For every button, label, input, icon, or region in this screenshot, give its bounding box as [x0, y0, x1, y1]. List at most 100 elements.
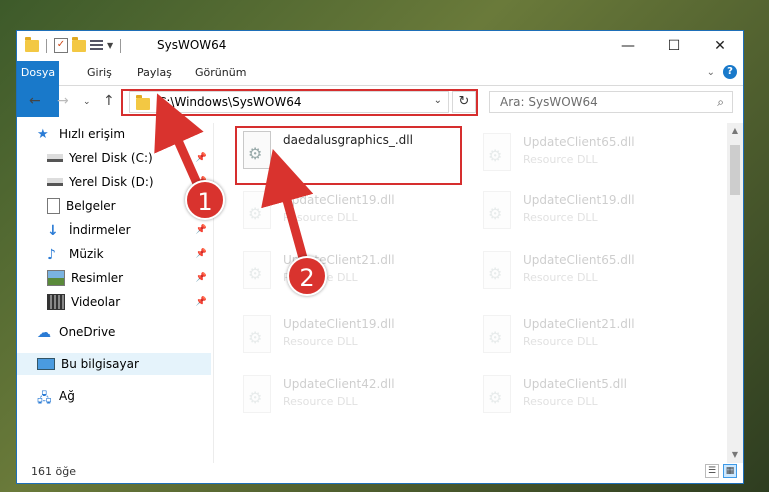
file-type: Resource DLL [523, 335, 598, 348]
navigation-pane: ★ Hızlı erişim Yerel Disk (C:) 📌 Yerel D… [17, 123, 211, 463]
window-title: SysWOW64 [157, 38, 227, 52]
file-item[interactable]: UpdateClient19.dll Resource DLL [235, 185, 461, 241]
details-view-icon[interactable]: ☰ [705, 464, 719, 478]
file-item[interactable]: UpdateClient21.dll Resource DLL [475, 309, 701, 365]
close-button[interactable]: ✕ [697, 31, 743, 61]
address-highlight-box [121, 89, 478, 116]
file-name: UpdateClient5.dll [523, 377, 627, 391]
video-icon [47, 294, 65, 310]
dll-file-icon [243, 251, 271, 289]
search-input[interactable]: Ara: SysWOW64 ⌕ [489, 91, 733, 113]
file-item[interactable]: UpdateClient65.dll Resource DLL [475, 127, 701, 183]
up-arrow-icon[interactable]: ↑ [103, 93, 115, 109]
file-item[interactable]: UpdateClient5.dll Resource DLL [475, 369, 701, 425]
maximize-button[interactable]: ☐ [651, 31, 697, 61]
sidebar-item-this-pc[interactable]: Bu bilgisayar [17, 353, 211, 375]
window-controls: — ☐ ✕ [605, 31, 743, 61]
dll-file-icon [243, 375, 271, 413]
sidebar-item-label: Yerel Disk (C:) [69, 151, 153, 165]
qat-dropdown-icon[interactable]: ▼ [107, 41, 113, 50]
view-toggle: ☰ ▦ [705, 464, 737, 478]
item-count: 161 öğe [31, 465, 76, 478]
sidebar-item-label: Belgeler [66, 199, 116, 213]
search-placeholder: Ara: SysWOW64 [500, 95, 598, 109]
file-name: UpdateClient19.dll [283, 193, 395, 207]
tab-share[interactable]: Paylaş [127, 61, 182, 85]
file-type: Resource DLL [283, 335, 358, 348]
network-icon: 🖧 [37, 391, 52, 406]
file-item[interactable]: UpdateClient19.dll Resource DLL [475, 185, 701, 241]
dll-file-icon [483, 191, 511, 229]
ribbon-tabs: Dosya Giriş Paylaş Görünüm ⌄ ? [17, 61, 743, 117]
dll-file-icon [243, 315, 271, 353]
file-name: UpdateClient19.dll [283, 317, 395, 331]
large-icons-view-icon[interactable]: ▦ [723, 464, 737, 478]
file-name: UpdateClient42.dll [283, 377, 395, 391]
sidebar-item-network[interactable]: 🖧 Ağ [17, 385, 211, 407]
sidebar-item-label: Müzik [69, 247, 104, 261]
sidebar-item-label: Resimler [71, 271, 124, 285]
recent-dropdown-icon[interactable]: ⌄ [83, 97, 91, 107]
file-name: UpdateClient21.dll [523, 317, 635, 331]
chevron-down-icon[interactable]: ⌄ [707, 67, 715, 78]
file-item[interactable]: UpdateClient21.dll Resource DLL [235, 245, 461, 301]
sidebar-item-local-disk-d[interactable]: Yerel Disk (D:) 📌 [17, 171, 211, 193]
sidebar-item-quick-access[interactable]: ★ Hızlı erişim [17, 123, 211, 145]
file-type: Resource DLL [283, 395, 358, 408]
cloud-icon: ☁ [37, 325, 51, 341]
tab-view[interactable]: Görünüm [185, 61, 256, 85]
file-type: Resource DLL [523, 153, 598, 166]
sidebar-item-onedrive[interactable]: ☁ OneDrive [17, 321, 211, 343]
divider [120, 38, 122, 53]
properties-check-icon[interactable]: ✓ [54, 38, 68, 53]
dll-file-icon [483, 315, 511, 353]
forward-arrow-icon[interactable]: → [57, 93, 69, 109]
file-name: UpdateClient19.dll [523, 193, 635, 207]
sidebar-item-local-disk-c[interactable]: Yerel Disk (C:) 📌 [17, 147, 211, 169]
step-1-badge: 1 [185, 180, 225, 220]
dll-file-icon [483, 375, 511, 413]
star-icon: ★ [37, 127, 49, 142]
sidebar-item-label: Ağ [59, 389, 75, 403]
step-2-badge: 2 [287, 256, 327, 296]
file-highlight-box [235, 126, 462, 185]
sidebar-item-pictures[interactable]: Resimler 📌 [17, 267, 211, 289]
file-type: Resource DLL [523, 395, 598, 408]
pin-icon: 📌 [195, 297, 207, 307]
file-item[interactable]: UpdateClient65.dll Resource DLL [475, 245, 701, 301]
dll-file-icon [483, 133, 511, 171]
file-name: UpdateClient65.dll [523, 253, 635, 267]
minimize-button[interactable]: — [605, 31, 651, 61]
help-icon[interactable]: ? [723, 65, 737, 79]
sidebar-item-label: Hızlı erişim [59, 127, 126, 141]
file-item[interactable]: UpdateClient19.dll Resource DLL [235, 309, 461, 365]
sidebar-item-music[interactable]: ♪ Müzik 📌 [17, 243, 211, 265]
tab-home[interactable]: Giriş [77, 61, 122, 85]
music-icon: ♪ [47, 247, 56, 263]
sidebar-item-label: İndirmeler [69, 223, 131, 237]
file-type: Resource DLL [523, 271, 598, 284]
scroll-up-icon[interactable]: ▲ [727, 123, 743, 139]
sidebar-item-label: Bu bilgisayar [61, 357, 139, 371]
vertical-scrollbar[interactable]: ▲ ▼ [727, 123, 743, 463]
pin-icon: 📌 [195, 249, 207, 259]
sidebar-item-downloads[interactable]: ↓ İndirmeler 📌 [17, 219, 211, 241]
title-bar: ✓ ▼ SysWOW64 — ☐ ✕ [17, 31, 743, 61]
file-name: UpdateClient65.dll [523, 135, 635, 149]
sidebar-item-documents[interactable]: Belgeler 📌 [17, 195, 211, 217]
scroll-thumb[interactable] [730, 145, 740, 195]
divider [46, 38, 47, 53]
new-folder-icon[interactable] [72, 36, 86, 52]
dll-file-icon [243, 191, 271, 229]
sidebar-item-videos[interactable]: Videolar 📌 [17, 291, 211, 313]
file-type: Resource DLL [283, 211, 358, 224]
pictures-icon [47, 270, 65, 286]
download-icon: ↓ [47, 223, 59, 239]
back-arrow-icon[interactable]: ← [29, 93, 41, 109]
computer-icon [37, 358, 55, 370]
file-item[interactable]: UpdateClient42.dll Resource DLL [235, 369, 461, 425]
pin-icon: 📌 [195, 225, 207, 235]
view-icon[interactable] [90, 39, 103, 52]
file-type: Resource DLL [523, 211, 598, 224]
sidebar-item-label: Videolar [71, 295, 121, 309]
